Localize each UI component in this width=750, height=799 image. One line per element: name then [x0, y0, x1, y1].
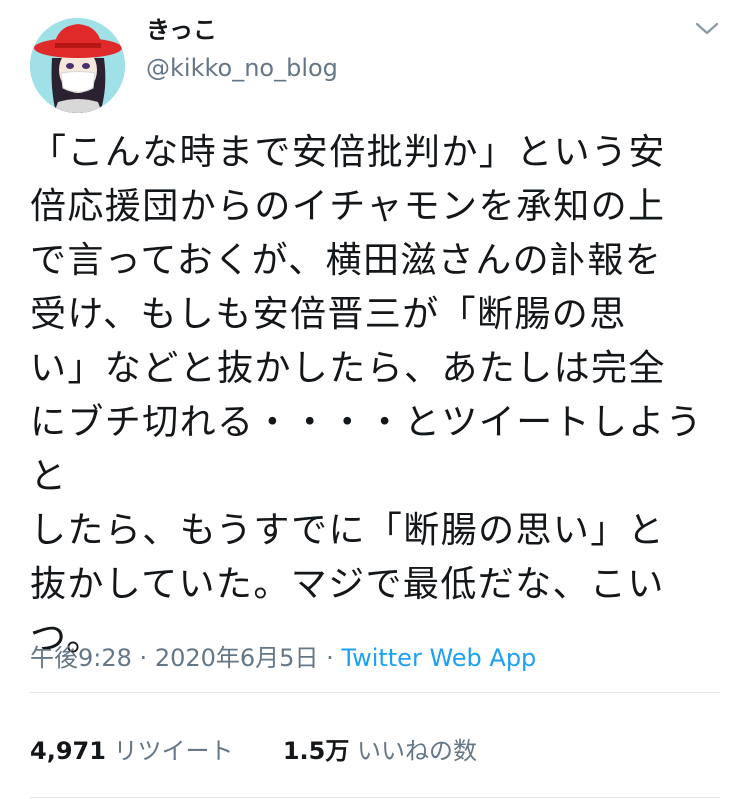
chevron-down-icon — [695, 22, 719, 35]
avatar-illustration — [30, 18, 125, 113]
meta-separator: · — [139, 644, 148, 672]
divider — [30, 797, 720, 798]
avatar[interactable] — [30, 18, 125, 113]
retweets-stat[interactable]: 4,971 リツイート — [30, 737, 241, 765]
tweet-date[interactable]: 2020年6月5日 — [155, 644, 319, 672]
likes-stat[interactable]: 1.5万 いいねの数 — [283, 737, 477, 765]
retweets-label: リツイート — [113, 737, 234, 765]
likes-count: 1.5万 — [282, 737, 350, 765]
tweet-meta: 午後9:28 · 2020年6月5日 · Twitter Web App — [30, 642, 536, 674]
retweets-count: 4,971 — [30, 737, 106, 765]
tweet-time[interactable]: 午後9:28 — [30, 644, 132, 672]
user-handle[interactable]: @kikko_no_blog — [146, 52, 338, 84]
tweet-text: 「こんな時まで安倍批判か」という安 倍応援団からのイチャモンを承知の上 で言って… — [30, 132, 704, 659]
display-name[interactable]: きっこ — [146, 14, 217, 46]
tweet-stats: 4,971 リツイート 1.5万 いいねの数 — [30, 734, 477, 768]
tweet-source-link[interactable]: Twitter Web App — [341, 644, 536, 672]
likes-label: いいねの数 — [357, 737, 477, 765]
divider — [30, 692, 720, 693]
meta-separator: · — [326, 644, 334, 672]
tweet-menu-button[interactable] — [692, 16, 722, 42]
